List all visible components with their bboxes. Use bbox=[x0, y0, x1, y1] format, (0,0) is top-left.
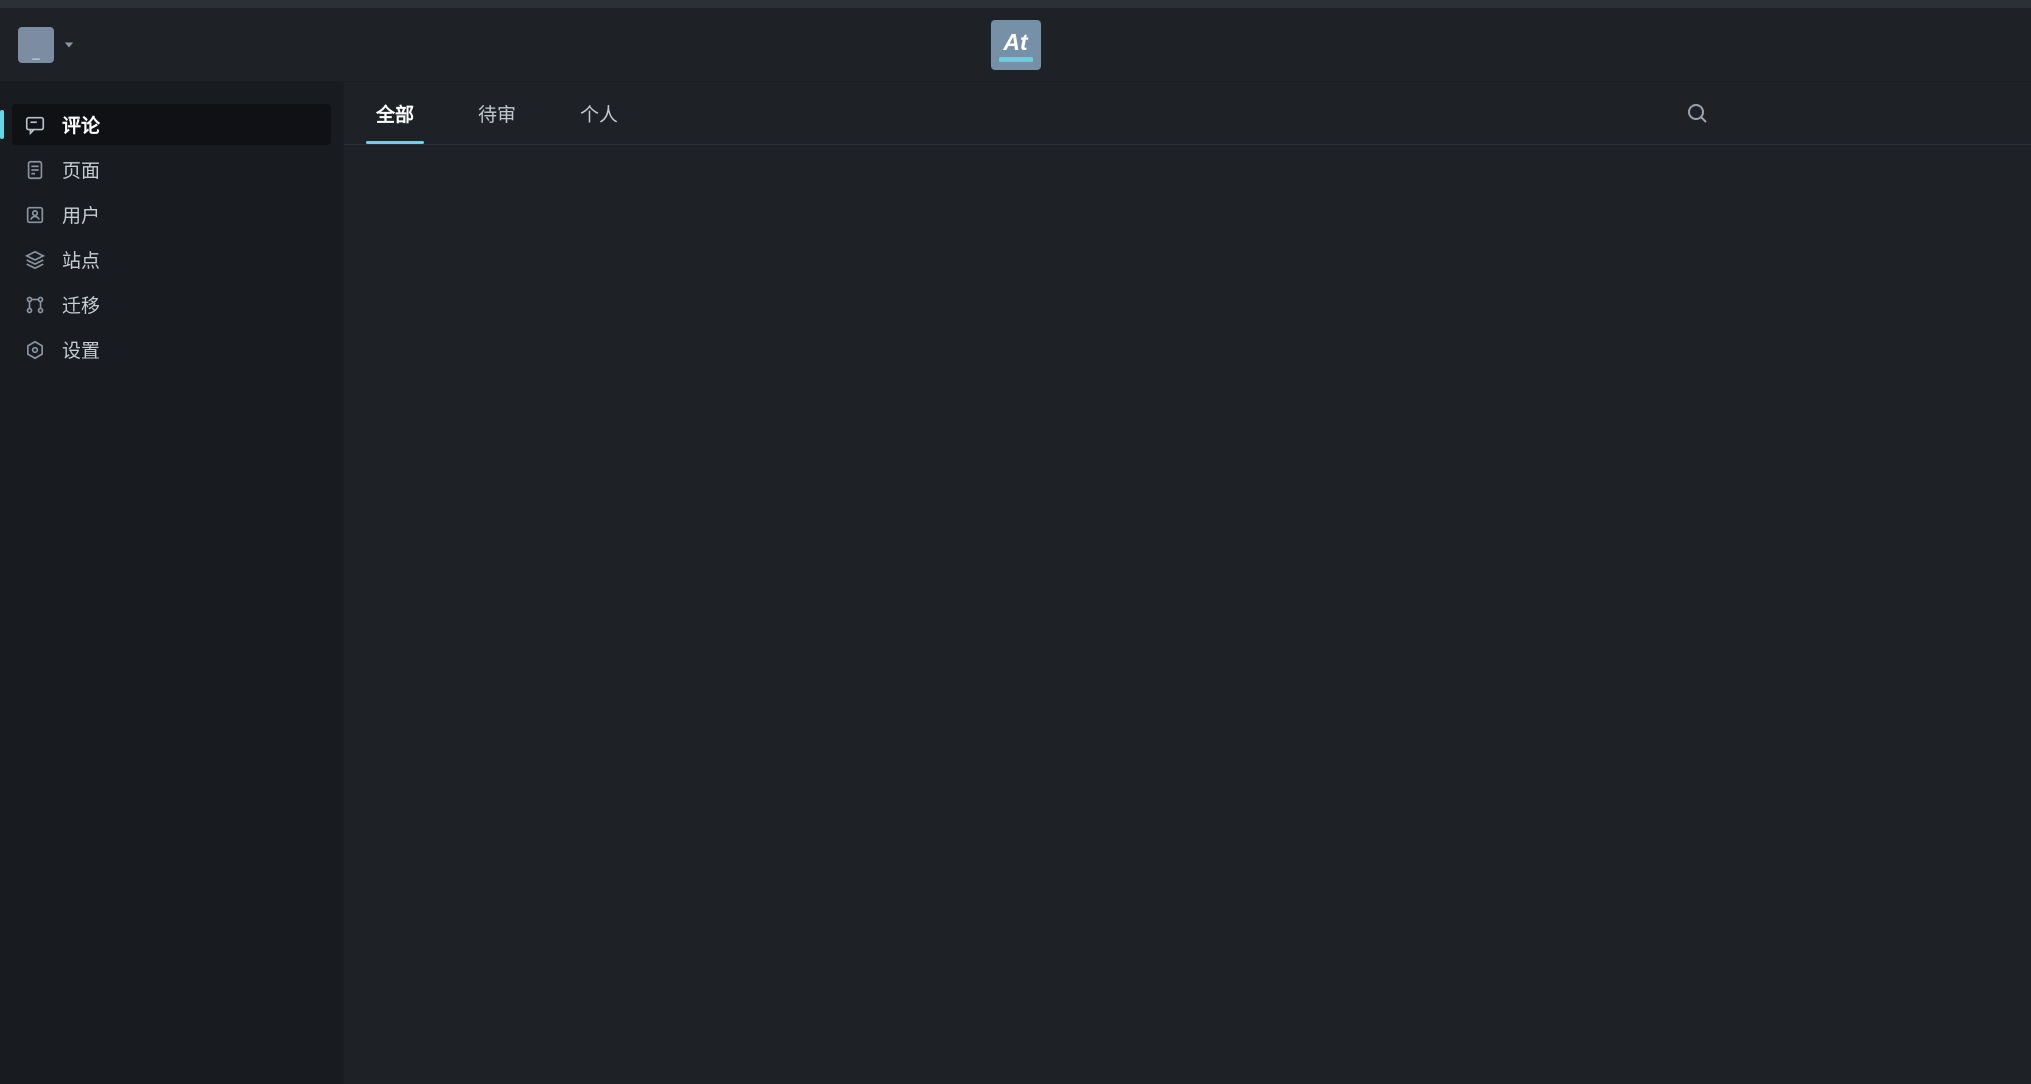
sidebar-item-users[interactable]: 用户 bbox=[12, 194, 331, 235]
sidebar-item-label: 设置 bbox=[62, 336, 100, 363]
layers-icon bbox=[24, 249, 46, 271]
window-top-strip bbox=[0, 0, 2031, 8]
sidebar-item-settings[interactable]: 设置 bbox=[12, 329, 331, 370]
search-icon bbox=[1685, 101, 1709, 125]
gear-icon bbox=[24, 339, 46, 361]
sidebar-item-label: 站点 bbox=[62, 246, 100, 273]
chevron-down-icon bbox=[64, 40, 74, 50]
brand-logo: At bbox=[991, 20, 1041, 70]
sidebar: 评论 页面 用户 bbox=[0, 82, 344, 1084]
sidebar-item-label: 用户 bbox=[62, 201, 100, 228]
tab-label: 全部 bbox=[376, 100, 414, 127]
page-icon bbox=[24, 159, 46, 181]
sidebar-item-migrate[interactable]: 迁移 bbox=[12, 284, 331, 325]
tab-all[interactable]: 全部 bbox=[344, 82, 446, 144]
search-button[interactable] bbox=[1677, 93, 1717, 133]
sidebar-item-label: 评论 bbox=[62, 111, 100, 138]
tab-label: 个人 bbox=[580, 100, 618, 127]
tab-personal[interactable]: 个人 bbox=[548, 82, 650, 144]
site-avatar: _ bbox=[18, 27, 54, 63]
sidebar-item-pages[interactable]: 页面 bbox=[12, 149, 331, 190]
tab-label: 待审 bbox=[478, 100, 516, 127]
app-header: _ At bbox=[0, 8, 2031, 82]
app-body: 评论 页面 用户 bbox=[0, 82, 2031, 1084]
transfer-icon bbox=[24, 294, 46, 316]
tabs: 全部 待审 个人 bbox=[344, 82, 650, 144]
brand-underline bbox=[999, 57, 1033, 62]
site-avatar-label: _ bbox=[32, 45, 39, 60]
tab-pending[interactable]: 待审 bbox=[446, 82, 548, 144]
sidebar-item-sites[interactable]: 站点 bbox=[12, 239, 331, 280]
comment-icon bbox=[24, 114, 46, 136]
tabs-row: 全部 待审 个人 bbox=[344, 82, 2031, 145]
main-content: 全部 待审 个人 bbox=[344, 82, 2031, 1084]
brand-text: At bbox=[1003, 31, 1027, 54]
sidebar-item-label: 页面 bbox=[62, 156, 100, 183]
content-area bbox=[344, 145, 2031, 1084]
site-switcher[interactable]: _ bbox=[18, 27, 74, 63]
sidebar-item-comments[interactable]: 评论 bbox=[12, 104, 331, 145]
user-icon bbox=[24, 204, 46, 226]
sidebar-item-label: 迁移 bbox=[62, 291, 100, 318]
